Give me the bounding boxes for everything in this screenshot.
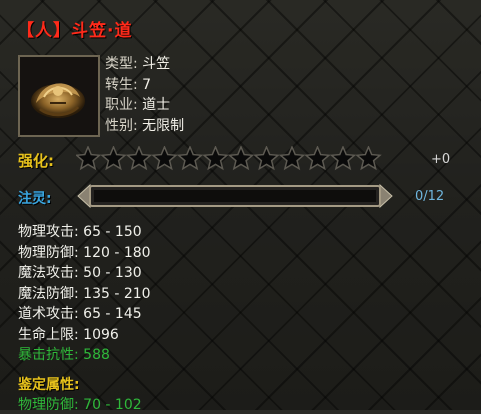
star-empty-icon — [304, 146, 331, 171]
star-empty-icon — [202, 146, 229, 171]
star-empty-icon — [76, 146, 102, 171]
item-title: 【人】斗笠·道 — [17, 21, 133, 41]
stat-magic-defense: 魔法防御: 135 - 210 — [18, 285, 151, 302]
item-icon-slot[interactable] — [18, 55, 100, 137]
stats-list: 物理攻击: 65 - 150 物理防御: 120 - 180 魔法攻击: 50 … — [18, 222, 151, 366]
star-empty-icon — [227, 146, 255, 171]
info-row-type: 类型: 斗笠 — [105, 54, 184, 75]
info-row-gender: 性别: 无限制 — [105, 116, 184, 137]
star-empty-icon — [278, 146, 306, 171]
enhance-value: +0 — [431, 152, 451, 167]
star-empty-icon — [151, 146, 178, 171]
appraise-label: 鉴定属性: — [18, 377, 80, 393]
stat-taoist-attack: 道术攻击: 65 - 145 — [18, 306, 142, 322]
stat-hp-max: 生命上限: 1096 — [18, 326, 119, 343]
stat-magic-attack: 魔法攻击: 50 - 130 — [18, 265, 142, 281]
info-value: 斗笠 — [142, 56, 171, 72]
star-empty-icon — [100, 146, 127, 171]
info-value: 无限制 — [142, 117, 185, 134]
star-empty-icon — [176, 146, 204, 171]
stat-physical-defense: 物理防御: 120 - 180 — [18, 244, 151, 261]
info-key: 转生: — [105, 76, 138, 93]
info-value: 道士 — [142, 97, 171, 113]
stat-crit-resist: 暴击抗性: 588 — [18, 347, 110, 363]
spirit-value: 0/12 — [415, 189, 445, 204]
info-key: 职业: — [105, 97, 138, 113]
bamboo-hat-icon — [20, 57, 98, 135]
enhance-label: 强化: — [18, 152, 54, 170]
star-empty-icon — [329, 146, 357, 171]
info-row-class: 职业: 道士 — [105, 95, 184, 116]
enhance-stars — [76, 146, 382, 171]
spirit-progress-bar — [77, 183, 393, 209]
info-key: 类型: — [105, 56, 138, 72]
info-row-rebirth: 转生: 7 — [105, 75, 184, 96]
star-empty-icon — [355, 146, 382, 171]
info-key: 性别: — [105, 117, 138, 134]
item-info-list: 类型: 斗笠 转生: 7 职业: 道士 性别: 无限制 — [105, 54, 184, 136]
star-empty-icon — [253, 146, 280, 171]
item-tooltip-panel: 【人】斗笠·道 类型: 斗笠 转生: 7 职业: 道士 性别: 无限制 强化: … — [0, 0, 481, 413]
info-value: 7 — [142, 76, 152, 93]
star-empty-icon — [125, 146, 153, 171]
stat-physical-attack: 物理攻击: 65 - 150 — [18, 224, 142, 240]
spirit-label: 注灵: — [18, 191, 52, 207]
appraise-stat: 物理防御: 70 - 102 — [18, 397, 142, 413]
